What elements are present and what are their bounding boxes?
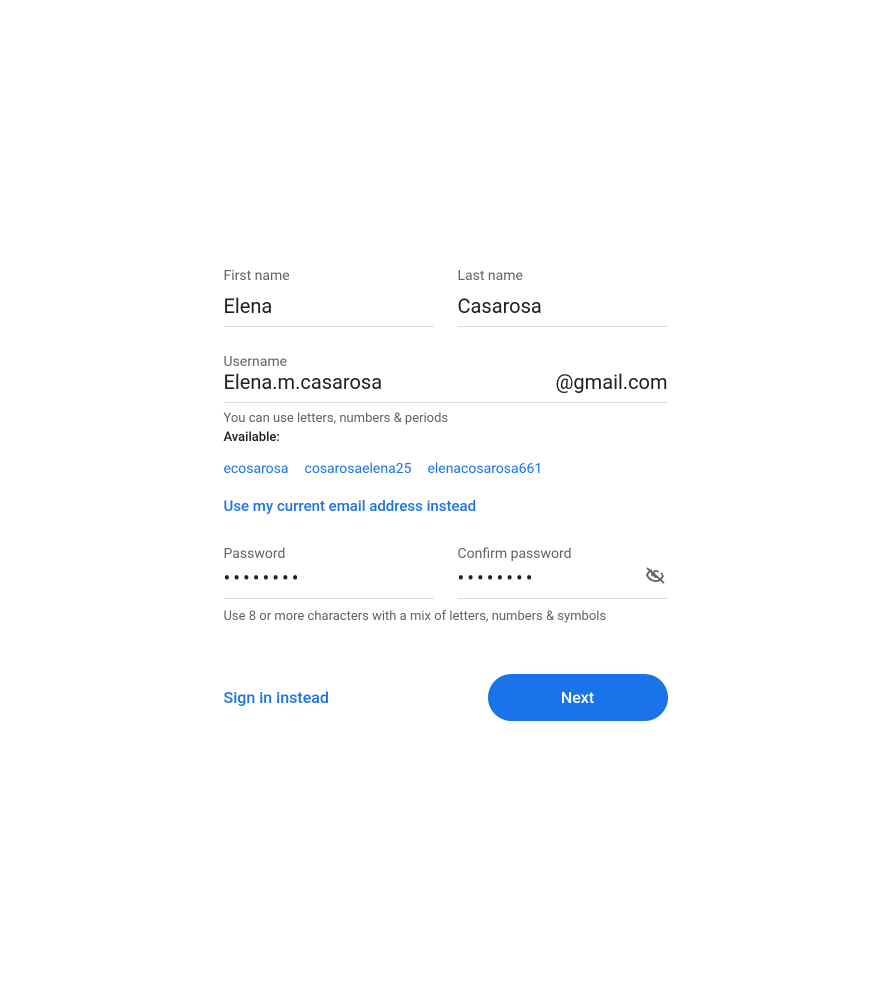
name-row: First name Last name bbox=[224, 268, 668, 327]
use-email-link[interactable]: Use my current email address instead bbox=[224, 497, 668, 515]
confirm-password-input[interactable] bbox=[458, 562, 668, 599]
available-label: Available: bbox=[224, 430, 668, 445]
next-button[interactable]: Next bbox=[488, 674, 668, 721]
signup-form: First name Last name Username @gmail.com… bbox=[176, 228, 716, 762]
confirm-password-label: Confirm password bbox=[458, 546, 572, 562]
username-row: @gmail.com bbox=[224, 370, 668, 403]
suggestion-3[interactable]: elenacosarosa661 bbox=[427, 461, 542, 477]
password-group: Password bbox=[224, 543, 434, 599]
eye-off-icon bbox=[644, 563, 668, 587]
gmail-suffix: @gmail.com bbox=[555, 370, 667, 394]
username-input[interactable] bbox=[224, 370, 556, 394]
confirm-password-group: Confirm password bbox=[458, 543, 668, 599]
suggestion-2[interactable]: cosarosaelena25 bbox=[305, 461, 412, 477]
username-label: Username bbox=[224, 354, 288, 370]
last-name-input[interactable] bbox=[458, 290, 668, 327]
password-input[interactable] bbox=[224, 562, 434, 599]
username-section: Username @gmail.com You can use letters,… bbox=[224, 351, 668, 445]
password-hint: Use 8 or more characters with a mix of l… bbox=[224, 607, 668, 627]
suggestion-1[interactable]: ecosarosa bbox=[224, 461, 289, 477]
password-label: Password bbox=[224, 546, 286, 562]
password-row: Password Confirm password bbox=[224, 543, 668, 599]
last-name-label: Last name bbox=[458, 268, 668, 284]
password-section: Password Confirm password Use 8 or more bbox=[224, 543, 668, 627]
username-helper-text: You can use letters, numbers & periods bbox=[224, 411, 668, 426]
last-name-group: Last name bbox=[458, 268, 668, 327]
actions-row: Sign in instead Next bbox=[224, 674, 668, 721]
suggestions-row: ecosarosa cosarosaelena25 elenacosarosa6… bbox=[224, 461, 668, 477]
first-name-label: First name bbox=[224, 268, 434, 284]
toggle-visibility-button[interactable] bbox=[644, 563, 668, 591]
first-name-input[interactable] bbox=[224, 290, 434, 327]
first-name-group: First name bbox=[224, 268, 434, 327]
sign-in-button[interactable]: Sign in instead bbox=[224, 688, 329, 707]
